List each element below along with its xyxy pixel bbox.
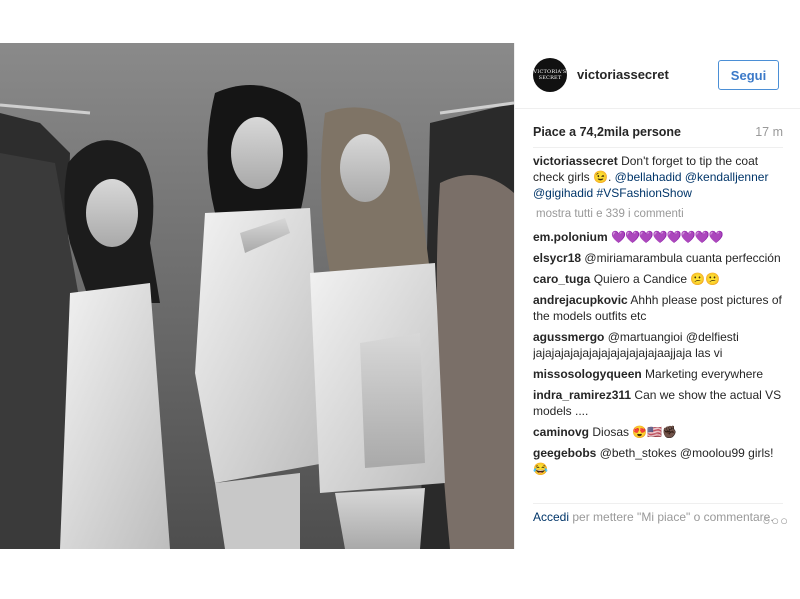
comment-username[interactable]: em.polonium: [533, 230, 608, 244]
more-comments-link[interactable]: mostra tutti e 339 i commenti: [533, 206, 789, 222]
post-side-panel: VICTORIA'S SECRET victoriassecret Segui …: [514, 43, 800, 549]
comment-item: indra_ramirez311 Can we show the actual …: [533, 387, 789, 419]
caption-username[interactable]: victoriassecret: [533, 154, 618, 168]
comment-item: geegebobs @beth_stokes @moolou99 girls! …: [533, 445, 789, 477]
comment-username[interactable]: caro_tuga: [533, 272, 590, 286]
account-username[interactable]: victoriassecret: [577, 67, 669, 82]
instagram-post: VICTORIA'S SECRET victoriassecret Segui …: [0, 43, 800, 549]
login-prompt-text: per mettere "Mi piace" o commentare.: [569, 510, 774, 524]
comment-username[interactable]: indra_ramirez311: [533, 388, 631, 402]
comment-item: elsycr18 @miriamarambula cuanta perfecci…: [533, 250, 789, 266]
comment-text: @miriamarambula cuanta perfección: [584, 251, 781, 265]
ellipsis-icon[interactable]: ○○○: [762, 513, 789, 529]
comment-item: missosologyqueen Marketing everywhere: [533, 366, 789, 382]
likes-row: Piace a 74,2mila persone 17 m: [533, 125, 783, 143]
comment-username[interactable]: caminovg: [533, 425, 589, 439]
post-header: VICTORIA'S SECRET victoriassecret Segui: [515, 43, 800, 109]
post-photo[interactable]: [0, 43, 514, 549]
comments-list: victoriassecret Don't forget to tip the …: [533, 153, 789, 501]
avatar[interactable]: VICTORIA'S SECRET: [533, 58, 567, 92]
likes-count[interactable]: Piace a 74,2mila persone: [533, 125, 681, 139]
comment-item: andrejacupkovic Ahhh please post picture…: [533, 292, 789, 324]
more-comments-label: mostra tutti e 339 i commenti: [536, 208, 684, 220]
post-caption: victoriassecret Don't forget to tip the …: [533, 153, 789, 201]
backstage-photo-image: [0, 43, 514, 549]
login-link[interactable]: Accedi: [533, 510, 569, 524]
divider: [533, 147, 783, 148]
divider: [533, 503, 783, 504]
login-prompt: Accedi per mettere "Mi piace" o commenta…: [533, 509, 789, 545]
comment-text: Diosas 😍🇺🇸✊🏿: [592, 425, 678, 439]
comment-username[interactable]: geegebobs: [533, 446, 596, 460]
comment-item: agussmergo @martuangioi @delfiesti jajaj…: [533, 329, 789, 361]
comment-username[interactable]: missosologyqueen: [533, 367, 642, 381]
comment-username[interactable]: elsycr18: [533, 251, 581, 265]
comment-username[interactable]: andrejacupkovic: [533, 293, 628, 307]
comment-text: Quiero a Candice 😕😕: [593, 272, 721, 286]
follow-button[interactable]: Segui: [718, 60, 779, 90]
comment-item: caminovg Diosas 😍🇺🇸✊🏿: [533, 424, 789, 440]
comment-text: 💜💜💜💜💜💜💜💜: [611, 230, 724, 244]
comment-text: Marketing everywhere: [645, 367, 764, 381]
comment-item: em.polonium 💜💜💜💜💜💜💜💜: [533, 229, 789, 245]
comment-username[interactable]: agussmergo: [533, 330, 604, 344]
avatar-logo-text: VICTORIA'S SECRET: [533, 69, 567, 81]
comment-item: caro_tuga Quiero a Candice 😕😕: [533, 271, 789, 287]
post-timestamp[interactable]: 17 m: [755, 125, 783, 139]
